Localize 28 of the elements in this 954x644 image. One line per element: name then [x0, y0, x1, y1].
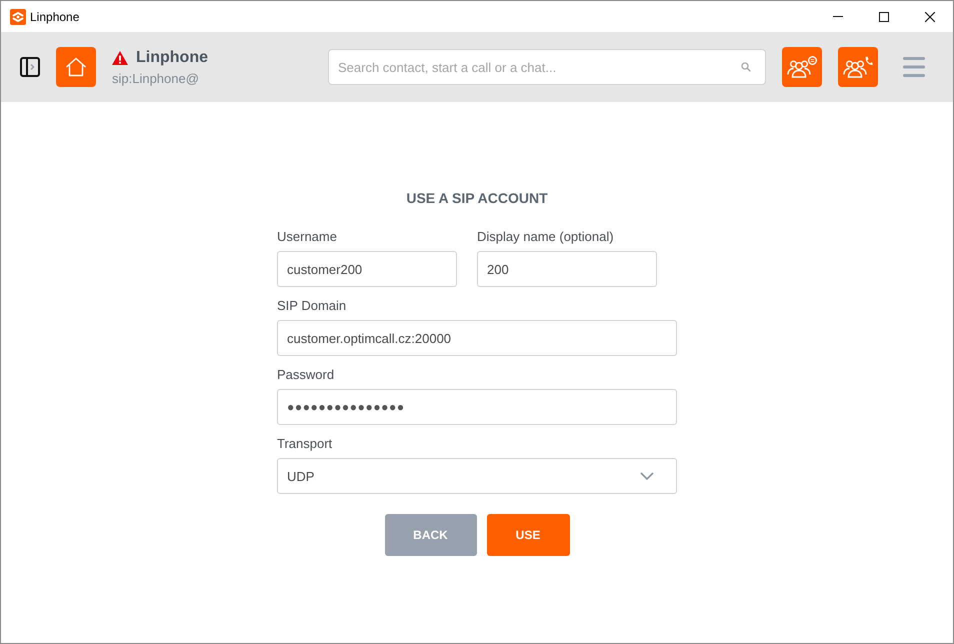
account-address: sip:Linphone@	[112, 70, 199, 86]
field-label: Transport	[277, 436, 334, 452]
search-field[interactable]: Search contact, start a call or a chat...	[328, 49, 766, 85]
menu-icon[interactable]	[903, 56, 925, 78]
account-name: Linphone	[136, 48, 208, 68]
window-title: Linphone	[30, 10, 80, 24]
dropdown[interactable]: UDP	[277, 458, 677, 494]
close-icon[interactable]	[925, 12, 935, 22]
app-logo-icon	[10, 8, 26, 24]
group-call-button[interactable]	[838, 47, 878, 87]
search-icon	[741, 62, 751, 72]
home-icon	[65, 57, 87, 77]
password-field[interactable]: ●●●●●●●●●●●●●●●	[277, 389, 677, 425]
form-title: USE A SIP ACCOUNT	[405, 189, 549, 207]
text-field[interactable]: customer.optimcall.cz:20000	[277, 320, 677, 356]
group-chat-button[interactable]	[782, 47, 822, 87]
home-button[interactable]	[56, 47, 96, 87]
group-chat-icon	[787, 56, 817, 78]
field-label: Display name (optional)	[477, 229, 615, 245]
group-call-icon	[843, 56, 873, 78]
text-field[interactable]: customer200	[277, 251, 457, 287]
chevron-down-icon	[640, 472, 654, 480]
field-label: Password	[277, 367, 336, 383]
text-field[interactable]: 200	[477, 251, 657, 287]
field-label: SIP Domain	[277, 298, 348, 314]
maximize-icon[interactable]	[879, 12, 889, 22]
field-label: Username	[277, 229, 338, 245]
sidebar-toggle-icon[interactable]	[20, 57, 40, 77]
